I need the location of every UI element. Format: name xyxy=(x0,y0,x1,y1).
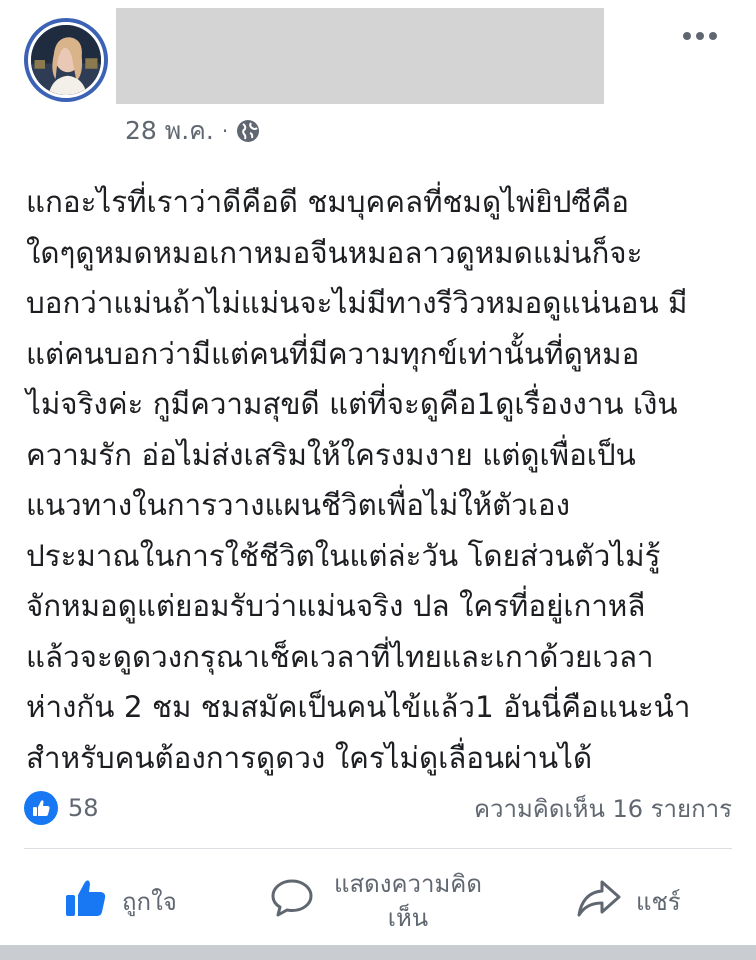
comment-button[interactable]: แสดงความคิด เห็น xyxy=(270,862,488,940)
post-body-line: ความรัก อ่อไม่ส่งเสริมให้ใครงมงาย แต่ดูเ… xyxy=(26,437,636,472)
post-body: แกอะไรที่เราว่าดีคือดี ชมบุคคลที่ชมดูไพ่… xyxy=(26,177,736,783)
post-body-line: จักหมอดูแต่ยอมรับว่าแม่นจริง ปล ใครที่อย… xyxy=(26,589,646,623)
post-timestamp[interactable]: 28 พ.ค. xyxy=(125,111,214,151)
post-body-line: แต่คนบอกว่ามีแต่คนที่มีความทุกข์เท่านั้น… xyxy=(26,336,640,371)
avatar-photo xyxy=(28,22,104,98)
post-body-line: บอกว่าแม่นถ้าไม่แม่นจะไม่มีทางรีวิวหมอดู… xyxy=(26,286,688,320)
like-reaction-icon xyxy=(24,791,58,825)
share-button[interactable]: แชร์ xyxy=(576,862,681,940)
reaction-summary[interactable]: 58 xyxy=(24,790,99,826)
like-button-label: ถูกใจ xyxy=(122,887,177,916)
share-arrow-icon xyxy=(576,878,622,924)
comment-button-label: แสดงความคิด เห็น xyxy=(334,870,482,932)
post-card: 28 พ.ค. · แกอะไรที่เราว่าดีคือดี ชมบุคคล… xyxy=(0,0,756,945)
author-name-redacted[interactable] xyxy=(116,8,604,104)
avatar-image xyxy=(31,25,101,95)
post-body-line: สำหรับคนต้องการดูดวง ใครไม่ดูเลื่อนผ่านไ… xyxy=(26,740,593,775)
post-body-line: แนวทางในการวางแผนชีวิตเพื่อไม่ให้ตัวเอง xyxy=(26,488,571,522)
comment-bubble-icon xyxy=(270,878,314,924)
divider xyxy=(24,848,732,849)
avatar[interactable] xyxy=(24,18,108,102)
post-body-line: ประมาณในการใช้ชีวิตในแต่ล่ะวัน โดยส่วนตั… xyxy=(26,538,661,573)
more-options-icon[interactable] xyxy=(680,26,720,46)
globe-icon[interactable] xyxy=(236,119,260,143)
comments-count-link[interactable]: ความคิดเห็น 16 รายการ xyxy=(474,790,732,826)
like-count: 58 xyxy=(68,794,99,822)
post-body-line: ไม่จริงค่ะ กูมีความสุขดี แต่ที่จะดูคือ1ด… xyxy=(26,387,678,421)
feed-separator xyxy=(0,945,756,960)
post-body-line: ห่างกัน 2 ชม ชมสมัคเป็นคนไข้แล้ว1 อันนี่… xyxy=(26,690,691,724)
post-meta: 28 พ.ค. · xyxy=(125,113,260,149)
meta-separator: · xyxy=(221,119,229,143)
post-body-line: แกอะไรที่เราว่าดีคือดี ชมบุคคลที่ชมดูไพ่… xyxy=(26,185,629,219)
like-button[interactable]: ถูกใจ xyxy=(64,862,177,940)
thumbs-up-icon xyxy=(64,878,108,924)
post-body-line: แล้วจะดูดวงกรุณาเช็คเวลาที่ไทยและเกาด้วย… xyxy=(26,639,654,674)
post-body-line: ใดๆดูหมดหมอเกาหมอจีนหมอลาวดูหมดแม่นก็จะ xyxy=(26,235,643,270)
share-button-label: แชร์ xyxy=(636,887,681,916)
